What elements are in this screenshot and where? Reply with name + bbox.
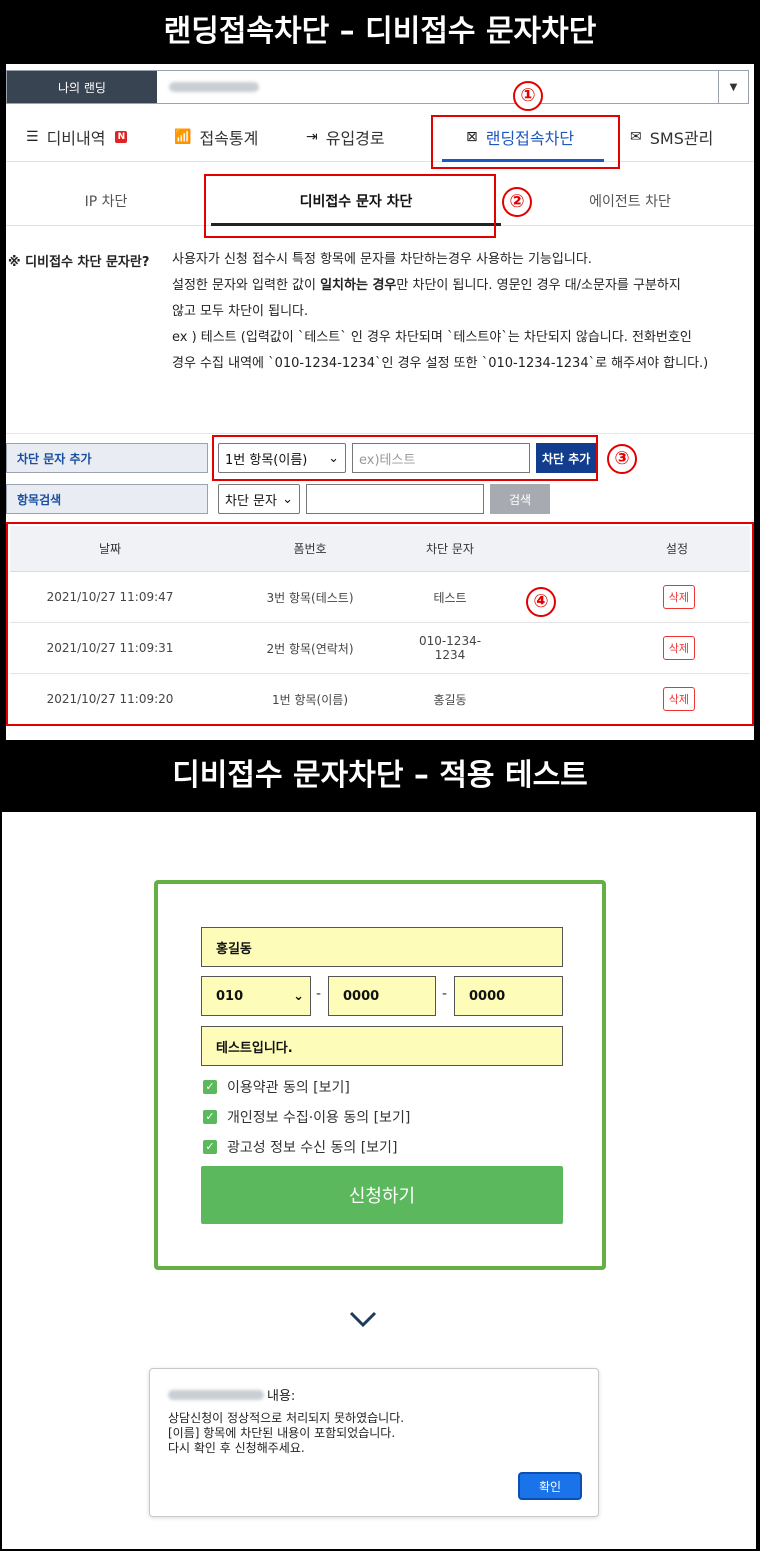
message-field[interactable]: 테스트입니다.: [201, 1026, 563, 1066]
chevron-down-icon: ⌄: [293, 988, 304, 1004]
phone-prefix-select[interactable]: 010 ⌄: [201, 976, 311, 1016]
privacy-checkbox[interactable]: ✓ 개인정보 수집·이용 동의 [보기]: [203, 1107, 410, 1127]
search-input[interactable]: [306, 484, 484, 514]
tab-sms[interactable]: ✉ SMS관리: [610, 112, 740, 162]
tab-db-list[interactable]: ☰ 디비내역 N: [6, 112, 154, 162]
phone-dash: -: [442, 986, 448, 1002]
tab-label: 접속통계: [199, 129, 259, 148]
phone-dash: -: [316, 986, 322, 1002]
test-panel: 홍길동 010 ⌄ - 0000 - 0000 테스트입니다. ✓ 이용약관 동의 …: [2, 812, 756, 1549]
annotation-box-3: [212, 435, 598, 481]
annotation-1: ①: [513, 81, 543, 111]
alert-dialog: 내용: 상담신청이 정상적으로 처리되지 못하였습니다. [이름] 항목에 차단…: [149, 1368, 599, 1517]
annotation-box-2: [204, 174, 496, 238]
landing-label: 나의 랜딩: [7, 71, 157, 103]
tab-label: SMS관리: [649, 129, 714, 148]
chevron-down-icon[interactable]: ▼: [718, 71, 748, 103]
ok-button[interactable]: 확인: [518, 1472, 582, 1500]
divider: [6, 433, 754, 434]
desc-line: 설정한 문자와 입력한 값이 일치하는 경우만 차단이 됩니다. 영문인 경우 …: [172, 278, 681, 293]
search-row: 항목검색 차단 문자 ⌄ 검색: [6, 484, 550, 514]
alert-message: 상담신청이 정상적으로 처리되지 못하였습니다. [이름] 항목에 차단된 내용…: [168, 1411, 405, 1455]
tab-access-stats[interactable]: 📶 접속통계: [154, 112, 286, 162]
name-field[interactable]: 홍길동: [201, 927, 563, 967]
search-button[interactable]: 검색: [490, 484, 550, 514]
desc-line: 경우 수집 내역에 `010-1234-1234`인 경우 설정 또한 `010…: [172, 356, 709, 371]
add-block-label: 차단 문자 추가: [6, 443, 208, 473]
phone-last-field[interactable]: 0000: [454, 976, 563, 1016]
landing-value-blurred[interactable]: [157, 71, 718, 103]
check-icon: ✓: [203, 1080, 217, 1094]
check-icon: ✓: [203, 1140, 217, 1154]
check-icon: ✓: [203, 1110, 217, 1124]
alert-title: 내용:: [168, 1385, 295, 1404]
chevron-down-icon: ⌄: [282, 491, 293, 507]
search-label: 항목검색: [6, 484, 208, 514]
desc-line: 사용자가 신청 접수시 특정 항목에 문자를 차단하는경우 사용하는 기능입니다…: [172, 252, 592, 267]
new-badge: N: [115, 131, 128, 143]
apply-button[interactable]: 신청하기: [201, 1166, 563, 1224]
chevron-down-icon: [349, 1311, 377, 1328]
main-tabs: ☰ 디비내역 N 📶 접속통계 ⇥ 유입경로 ⊠ 랜딩접속차단 ✉ SMS관리: [6, 112, 754, 162]
signup-form: 홍길동 010 ⌄ - 0000 - 0000 테스트입니다. ✓ 이용약관 동의 …: [154, 880, 606, 1270]
desc-line: 않고 모두 차단이 됩니다.: [172, 304, 309, 319]
chart-icon: 📶: [174, 129, 192, 145]
tab-label: 디비내역: [46, 129, 106, 148]
tab-referrer[interactable]: ⇥ 유입경로: [286, 112, 436, 162]
section-header-bottom: 디비접수 문자차단 – 적용 테스트: [0, 740, 760, 812]
description-title: ※ 디비접수 차단 문자란?: [8, 255, 150, 270]
subtab-ip-block[interactable]: IP 차단: [6, 176, 206, 225]
terms-checkbox[interactable]: ✓ 이용약관 동의 [보기]: [203, 1077, 350, 1097]
list-icon: ☰: [26, 129, 39, 145]
annotation-box-1: [431, 115, 620, 169]
desc-line: ex ) 테스트 (입력값이 `테스트` 인 경우 차단되며 `테스트야`는 차…: [172, 330, 692, 345]
annotation-box-4: [6, 522, 754, 726]
admin-panel: 나의 랜딩 ▼ ☰ 디비내역 N 📶 접속통계 ⇥ 유입경로 ⊠ 랜딩접속차단 ✉…: [6, 64, 754, 740]
annotation-4: ④: [526, 587, 556, 617]
tab-label: 유입경로: [325, 129, 385, 148]
section-header-top: 랜딩접속차단 – 디비접수 문자차단: [0, 0, 760, 64]
mail-icon: ✉: [630, 129, 642, 145]
landing-select[interactable]: 나의 랜딩 ▼: [6, 70, 749, 104]
login-icon: ⇥: [306, 129, 318, 145]
description-body: 사용자가 신청 접수시 특정 항목에 문자를 차단하는경우 사용하는 기능입니다…: [172, 247, 754, 377]
subtab-agent-block[interactable]: 에이전트 차단: [506, 176, 754, 225]
phone-middle-field[interactable]: 0000: [328, 976, 436, 1016]
annotation-3: ③: [607, 444, 637, 474]
annotation-2: ②: [502, 187, 532, 217]
marketing-checkbox[interactable]: ✓ 광고성 정보 수신 동의 [보기]: [203, 1137, 397, 1157]
blurred-domain: [168, 1389, 264, 1400]
search-type-select[interactable]: 차단 문자 ⌄: [218, 484, 300, 514]
